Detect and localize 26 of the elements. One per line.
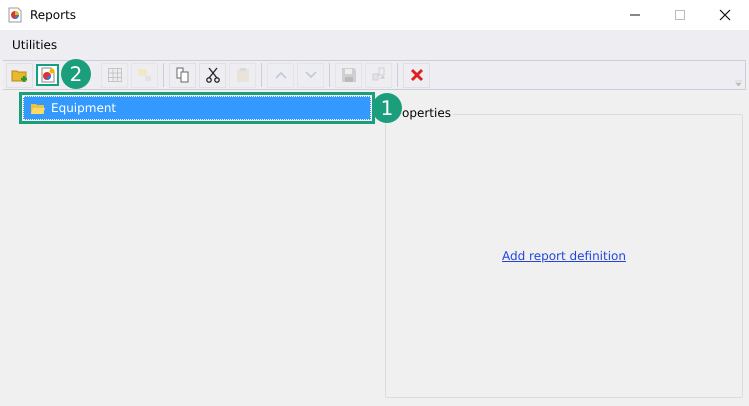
- clipboard-icon: [234, 67, 250, 83]
- note-icon: [136, 67, 152, 83]
- maximize-icon[interactable]: [674, 9, 686, 21]
- overflow-icon[interactable]: [735, 80, 742, 86]
- cut-button[interactable]: [199, 62, 226, 88]
- add-report-link[interactable]: Add report definition: [502, 249, 626, 263]
- new-folder-button[interactable]: [6, 62, 33, 88]
- menu-item[interactable]: Utilities: [12, 38, 58, 52]
- delete-button[interactable]: [403, 62, 430, 88]
- copy-button[interactable]: [169, 62, 196, 88]
- export-icon: [370, 67, 386, 83]
- delete-icon: [410, 68, 424, 82]
- callout-badge: 1: [372, 93, 402, 123]
- group-label: operties: [400, 106, 453, 120]
- chevron-down-icon: [304, 70, 318, 80]
- folder-icon: [30, 102, 46, 114]
- report-icon: [8, 7, 22, 23]
- close-icon[interactable]: [719, 9, 731, 21]
- window-title: Reports: [30, 8, 76, 22]
- new-report-button[interactable]: [36, 64, 59, 86]
- chevron-up-icon: [274, 70, 288, 80]
- scissors-icon: [204, 67, 220, 83]
- grid-icon: [106, 67, 122, 83]
- callout-badge: 2: [61, 59, 91, 89]
- copy-icon: [174, 67, 190, 83]
- report-icon: [40, 67, 56, 83]
